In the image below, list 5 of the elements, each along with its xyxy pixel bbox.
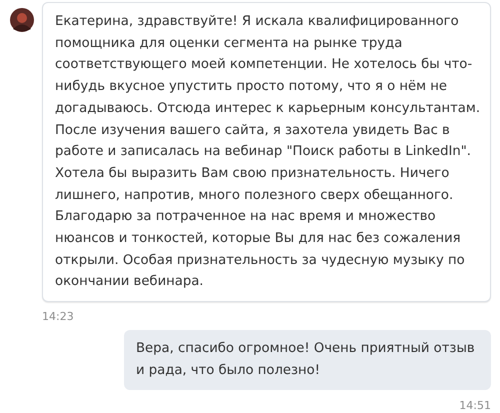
message-text: Екатерина, здравствуйте! Я искала квалифицированного помощника для оценки сегмента на рынке труда соответствующего моей компетенции. Не хотелось бы что-нибудь вкусное упустить просто потому, что я о нём не догадываюсь. Отсюда интерес к карьерным консультантам. После изучения вашего сайта, я захотела увидеть Вас в работе и записалась на вебинар "Поиск работы в LinkedIn". Хотела бы выразить Вам свою признательность. Ничего лишнего, напротив, много полезного сверх обещанного. Благодарю за потраченное на нас время и множество нюансов и тонкостей, которые Вы для нас без сожаления открыли. Особая признательность за чудесную музыку по окончании вебинара. <box>55 13 480 292</box>
avatar <box>10 8 34 32</box>
message-time: 14:23 <box>42 310 75 324</box>
message-time: 14:51 <box>459 398 491 412</box>
message-text: Вера, спасибо огромное! Очень приятный отзыв и рада, что было полезно! <box>136 340 476 380</box>
